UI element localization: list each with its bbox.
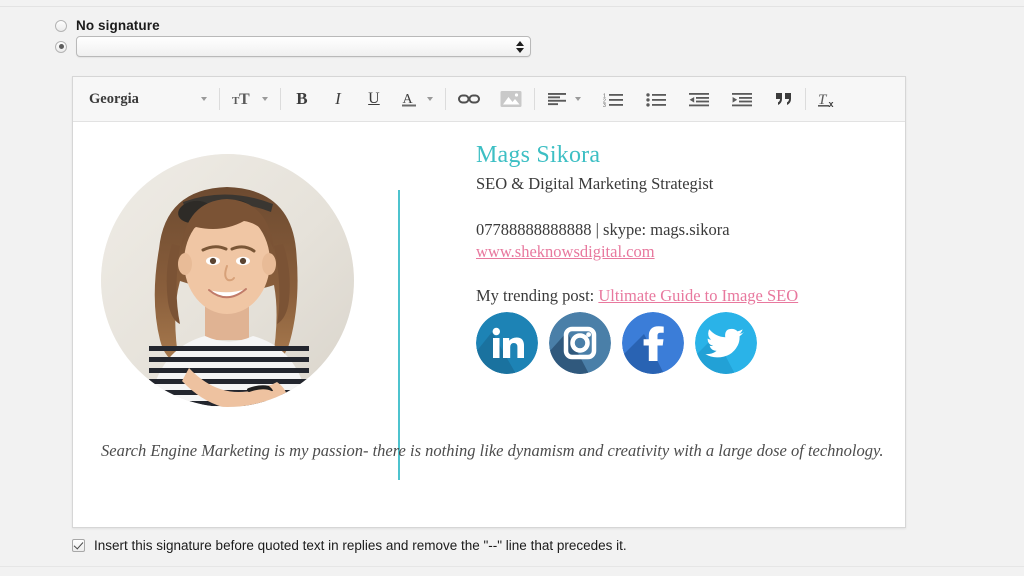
- bold-icon: B: [296, 89, 308, 108]
- indent-increase-icon: [731, 92, 753, 107]
- italic-icon: I: [335, 89, 341, 108]
- bulleted-list-button[interactable]: [642, 84, 671, 114]
- underline-icon: U: [368, 90, 380, 107]
- remove-formatting-button[interactable]: T x: [814, 84, 844, 114]
- social-links: [476, 312, 757, 374]
- bulleted-list-icon: [646, 92, 667, 107]
- svg-text:x: x: [828, 99, 833, 109]
- italic-button[interactable]: I: [325, 84, 351, 114]
- insert-link-button[interactable]: [454, 84, 484, 114]
- link-icon: [457, 93, 480, 105]
- checkmark-icon[interactable]: [72, 539, 85, 552]
- option-no-signature-label: No signature: [76, 18, 160, 33]
- editor-toolbar: Georgia T T B I U A 1 2 3 T x: [73, 77, 905, 122]
- align-left-icon: [543, 84, 571, 114]
- radio-unselected-icon[interactable]: [55, 19, 67, 32]
- option-signature-select[interactable]: [55, 36, 531, 57]
- signature-trending-post: My trending post: Ultimate Guide to Imag…: [476, 285, 886, 307]
- signature-title: SEO & Digital Marketing Strategist: [476, 174, 714, 193]
- remove-formatting-icon: T x: [817, 90, 840, 109]
- signature-details: Mags Sikora SEO & Digital Marketing Stra…: [476, 140, 886, 307]
- quote-icon: [775, 92, 793, 107]
- font-family-dropdown[interactable]: Georgia: [81, 91, 211, 108]
- underline-button[interactable]: U: [361, 84, 387, 114]
- font-size-button[interactable]: T T: [228, 84, 272, 114]
- numbered-list-button[interactable]: 1 2 3: [599, 84, 628, 114]
- toolbar-separator: [218, 88, 220, 110]
- trending-post-link[interactable]: Ultimate Guide to Image SEO: [598, 286, 798, 305]
- radio-selected-icon[interactable]: [55, 40, 67, 53]
- linkedin-icon[interactable]: [476, 312, 538, 374]
- font-family-label: Georgia: [89, 90, 139, 107]
- toolbar-separator: [279, 88, 281, 110]
- instagram-icon[interactable]: [549, 312, 611, 374]
- signature-select[interactable]: [76, 36, 531, 57]
- toolbar-separator: [804, 88, 806, 110]
- numbered-list-icon: 1 2 3: [603, 92, 624, 107]
- text-color-icon: A: [397, 84, 423, 114]
- updown-arrows-icon[interactable]: [516, 40, 524, 53]
- signature-name: Mags Sikora: [476, 142, 601, 168]
- option-no-signature[interactable]: No signature: [55, 18, 160, 33]
- toolbar-separator: [444, 88, 446, 110]
- text-color-button[interactable]: A: [397, 84, 437, 114]
- profile-photo: [101, 154, 354, 407]
- chevron-down-icon: [426, 97, 433, 101]
- svg-text:3: 3: [603, 103, 606, 107]
- blockquote-button[interactable]: [771, 84, 797, 114]
- indent-decrease-icon: [688, 92, 710, 107]
- signature-quote: Search Engine Marketing is my passion- t…: [101, 441, 884, 460]
- chevron-down-icon: [200, 97, 207, 101]
- trending-post-prefix: My trending post:: [476, 286, 599, 305]
- signature-contact: 07788888888888 | skype: mags.sikora www.…: [476, 218, 886, 263]
- signature-website-link[interactable]: www.sheknowsdigital.com: [476, 241, 886, 263]
- teal-divider: [398, 190, 400, 480]
- signature-phone-skype: 07788888888888 | skype: mags.sikora: [476, 220, 730, 239]
- insert-signature-option-label: Insert this signature before quoted text…: [94, 538, 627, 553]
- align-button[interactable]: [543, 84, 585, 114]
- toolbar-separator: [533, 88, 535, 110]
- increase-indent-button[interactable]: [728, 84, 757, 114]
- facebook-icon[interactable]: [622, 312, 684, 374]
- arrow-down-icon: [516, 47, 524, 53]
- settings-page: No signature Georgia T T B I U A 1 2 3 T…: [0, 0, 1024, 576]
- image-icon: [500, 90, 522, 108]
- signature-canvas[interactable]: Mags Sikora SEO & Digital Marketing Stra…: [73, 122, 905, 527]
- insert-signature-option[interactable]: Insert this signature before quoted text…: [72, 538, 627, 553]
- bottom-divider: [0, 566, 1024, 567]
- text-size-icon: T T: [228, 84, 258, 114]
- bold-button[interactable]: B: [289, 84, 315, 114]
- chevron-down-icon: [261, 97, 268, 101]
- signature-editor: Georgia T T B I U A 1 2 3 T x Mags Sikor…: [72, 76, 906, 528]
- decrease-indent-button[interactable]: [685, 84, 714, 114]
- arrow-up-icon: [516, 40, 524, 46]
- svg-text:T: T: [239, 91, 250, 108]
- top-divider: [0, 6, 1024, 7]
- twitter-icon[interactable]: [695, 312, 757, 374]
- insert-image-button[interactable]: [496, 84, 526, 114]
- chevron-down-icon: [574, 97, 581, 101]
